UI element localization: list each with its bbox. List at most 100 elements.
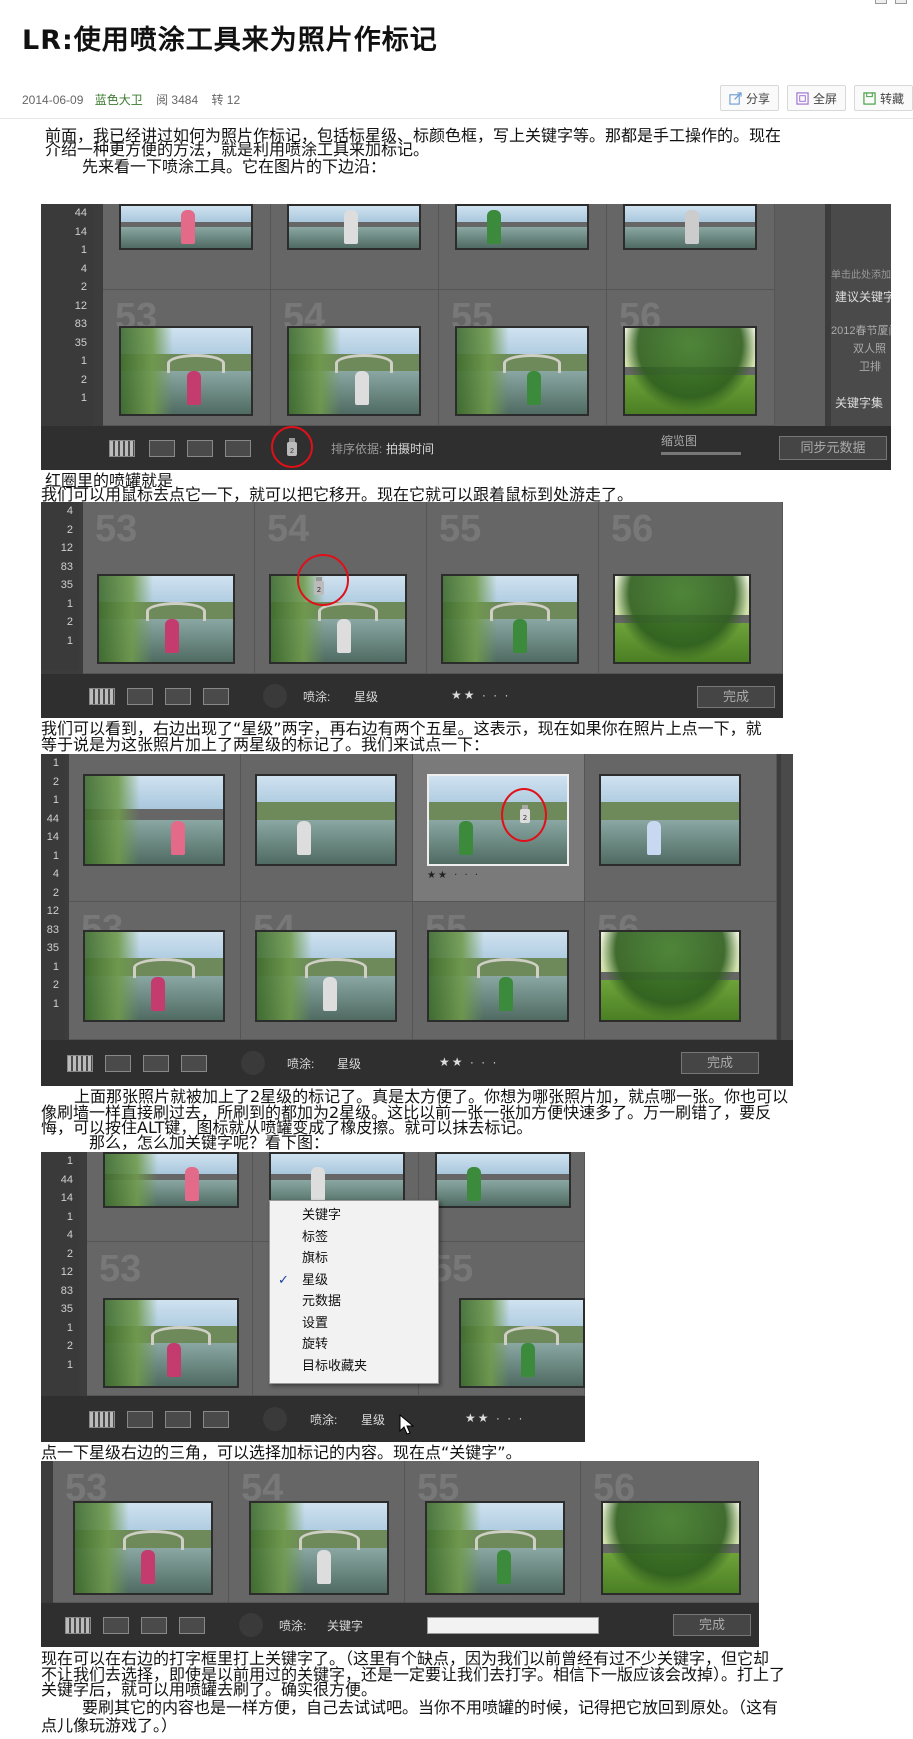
paragraph-6c: 关键字后，就可以用喷罐去刷了。确实很方便。 [41,1680,378,1699]
grid-view-icon[interactable] [89,688,115,705]
star-rating-selector[interactable]: ★★ · · · [439,1055,499,1069]
sort-value[interactable]: 拍摄时间 [386,440,434,457]
paragraph-6d: 要刷其它的内容也是一样方便，自己去试试吧。当你不用喷罐的时候，记得把它放回到原处… [82,1698,779,1717]
spray-can-slot[interactable] [263,684,287,708]
highlight-circle [297,554,349,606]
menu-item-settings[interactable]: 设置 [270,1313,438,1335]
photo-thumbnail[interactable] [455,326,589,416]
photo-thumbnail[interactable] [425,1501,565,1595]
suggested-keyword[interactable]: 双人照 [853,340,886,356]
photo-thumbnail[interactable] [255,930,397,1022]
checkmark-icon: ✓ [278,1272,289,1288]
spray-mode-select[interactable]: 星级 [337,1055,361,1072]
grid-cell [271,204,439,290]
menu-item-metadata[interactable]: 元数据 [270,1291,438,1313]
suggested-keyword[interactable]: 2012春节厦门... [831,322,891,338]
suggested-keyword[interactable]: 卫排 [859,358,881,374]
grid-view-icon[interactable] [89,1411,115,1428]
photo-thumbnail[interactable] [287,204,421,250]
collect-button[interactable]: 转藏 [853,85,913,111]
survey-view-icon[interactable] [203,1411,229,1428]
compare-view-icon[interactable] [143,1055,169,1072]
photo-thumbnail[interactable] [73,1501,213,1595]
close-icon[interactable] [895,0,907,4]
article-author[interactable]: 蓝色大卫 [95,93,143,107]
photo-thumbnail[interactable] [623,326,757,416]
photo-thumbnail[interactable] [83,930,225,1022]
compare-view-icon[interactable] [165,1411,191,1428]
menu-item-rating[interactable]: ✓ 星级 [270,1270,438,1292]
survey-view-icon[interactable] [203,688,229,705]
photo-thumbnail[interactable] [455,204,589,250]
photo-thumbnail[interactable] [441,574,579,664]
menu-item-label[interactable]: 标签 [270,1227,438,1249]
spray-can-slot[interactable] [263,1407,287,1431]
photo-thumbnail[interactable] [249,1501,389,1595]
photo-thumbnail[interactable] [97,574,235,664]
menu-item-target-collection[interactable]: 目标收藏夹 [270,1356,438,1378]
survey-view-icon[interactable] [181,1055,207,1072]
loupe-view-icon[interactable] [103,1617,129,1634]
grid-cell: 54 2 [255,502,427,674]
keyword-input[interactable] [427,1617,599,1634]
photo-thumbnail[interactable] [427,930,569,1022]
survey-view-icon[interactable] [225,440,251,457]
loupe-view-icon[interactable] [127,688,153,705]
grid-cell: 56 [585,902,777,1040]
survey-view-icon[interactable] [179,1617,205,1634]
photo-thumbnail[interactable] [599,930,741,1022]
minimize-icon[interactable] [875,0,887,4]
photo-thumbnail[interactable] [613,574,751,664]
photo-thumbnail[interactable] [119,204,253,250]
spray-can-slot[interactable] [239,1613,263,1637]
fullscreen-icon [796,91,809,105]
sync-metadata-button[interactable]: 同步元数据 [779,436,887,460]
photo-thumbnail[interactable] [103,1152,239,1208]
grid-cell [439,204,607,290]
grid-cell: 54 [241,902,413,1040]
menu-item-flag[interactable]: 旗标 [270,1248,438,1270]
spray-mode-select[interactable]: 关键字 [327,1617,363,1634]
menu-item-rotate[interactable]: 旋转 [270,1334,438,1356]
spray-can-slot[interactable] [241,1051,265,1075]
grid-cell: 53 [69,902,241,1040]
loupe-view-icon[interactable] [149,440,175,457]
photo-thumbnail[interactable] [427,774,569,866]
spray-mode-select[interactable]: 星级 [361,1411,385,1428]
photo-thumbnail[interactable] [435,1152,571,1208]
photo-grid-1: 53 54 55 56 [103,204,825,426]
grid-cell: 53 [83,502,255,674]
spray-label: 喷涂: [303,690,331,704]
star-rating-selector[interactable]: ★★ · · · [451,688,511,702]
header-divider [0,118,913,119]
photo-thumbnail[interactable] [601,1501,741,1595]
compare-view-icon[interactable] [165,688,191,705]
photo-thumbnail[interactable] [83,774,225,866]
photo-thumbnail[interactable] [119,326,253,416]
grid-cell [69,754,241,902]
loupe-view-icon[interactable] [105,1055,131,1072]
thumbnail-size-slider[interactable] [661,452,741,455]
done-button[interactable]: 完成 [673,1614,751,1636]
grid-view-icon[interactable] [67,1055,93,1072]
spray-mode-select[interactable]: 星级 [354,688,378,705]
compare-view-icon[interactable] [187,440,213,457]
grid-view-icon[interactable] [65,1617,91,1634]
menu-item-keyword[interactable]: 关键字 [270,1205,438,1227]
photo-thumbnail[interactable] [255,774,397,866]
done-button[interactable]: 完成 [697,686,775,708]
share-button[interactable]: 分享 [719,85,779,111]
compare-view-icon[interactable] [141,1617,167,1634]
done-button[interactable]: 完成 [681,1052,759,1074]
grid-cell [607,204,775,290]
loupe-view-icon[interactable] [127,1411,153,1428]
photo-thumbnail[interactable] [103,1298,239,1388]
star-rating-selector[interactable]: ★★ · · · [465,1411,525,1425]
photo-thumbnail[interactable] [287,326,421,416]
cell-index: 53 [99,1248,142,1290]
photo-thumbnail[interactable] [623,204,757,250]
photo-thumbnail[interactable] [599,774,741,866]
fullscreen-button[interactable]: 全屏 [786,85,846,111]
grid-view-icon[interactable] [109,440,135,457]
photo-thumbnail[interactable] [459,1298,585,1388]
